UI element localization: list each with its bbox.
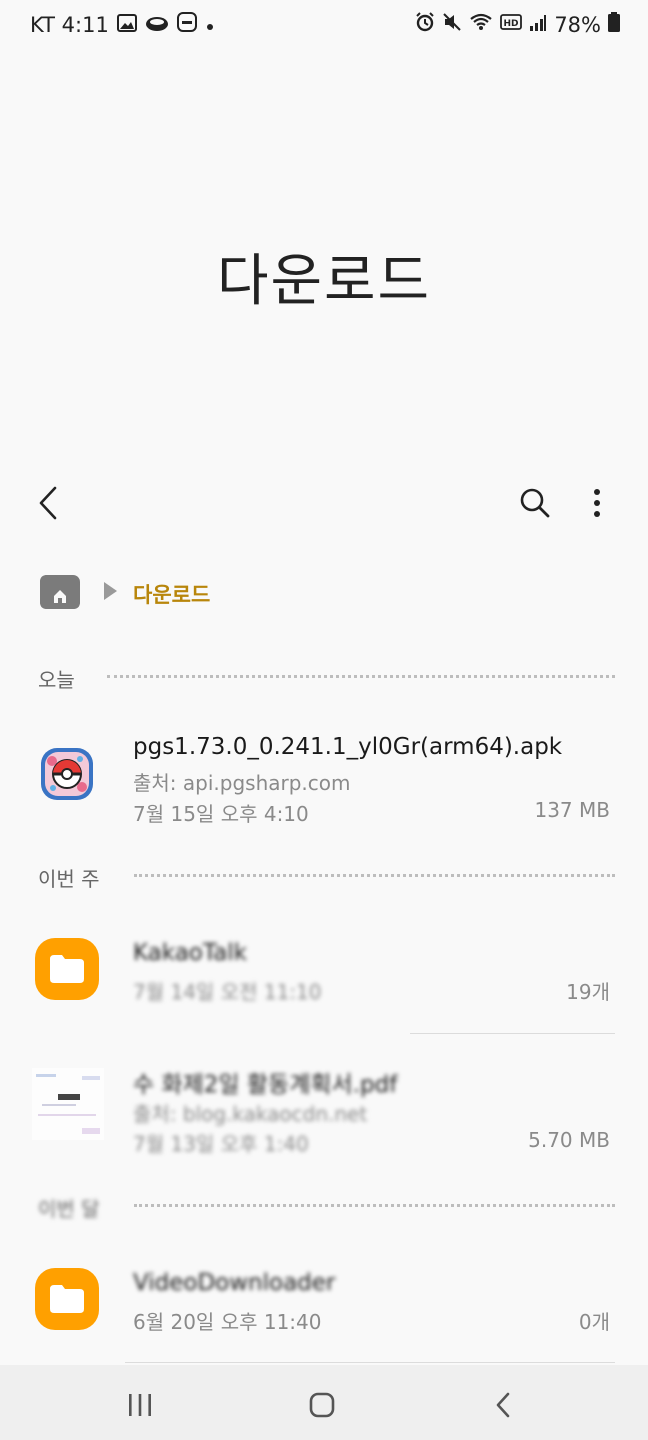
breadcrumb-current[interactable]: 다운로드 [133, 579, 210, 609]
signal-icon [529, 13, 547, 37]
pokeball-app-icon [40, 747, 94, 801]
hd-voice-icon: HD [500, 13, 523, 37]
file-source: 출처: api.pgsharp.com [133, 771, 351, 795]
battery-icon [608, 12, 620, 37]
more-options-icon [594, 489, 600, 517]
file-count: 19개 [566, 980, 610, 1004]
status-left: KT 4:11 [30, 12, 215, 37]
recent-apps-icon [129, 1394, 151, 1416]
dot-icon [205, 13, 215, 37]
section-header-this-month: 이번 달 [38, 1197, 100, 1221]
list-item[interactable]: VideoDownloader 6월 20일 오후 11:40 0개 [0, 1250, 648, 1360]
file-date: 7월 13일 오후 1:40 [133, 1132, 309, 1156]
list-divider [125, 1362, 615, 1363]
svg-text:HD: HD [504, 19, 519, 29]
list-item[interactable]: KakaoTalk 7월 14일 오전 11:10 19개 [0, 920, 648, 1030]
list-item[interactable]: pgs1.73.0_0.241.1_yl0Gr(arm64).apk 출처: a… [0, 725, 648, 835]
wifi-icon [469, 12, 493, 37]
page-title: 다운로드 [216, 249, 432, 314]
navigation-bar [0, 1365, 648, 1440]
file-date: 7월 15일 오후 4:10 [133, 802, 309, 826]
section-divider [134, 874, 615, 877]
breadcrumb-separator-icon [104, 582, 117, 600]
list-item[interactable]: 수 화제2일 활동계획서.pdf 출처: blog.kakaocdn.net 7… [0, 1050, 648, 1165]
file-size: 5.70 MB [528, 1128, 610, 1152]
pdf-thumbnail [32, 1068, 104, 1140]
home-folder-icon[interactable] [40, 575, 80, 609]
more-options-button[interactable] [569, 475, 625, 531]
cloud-icon [145, 13, 169, 37]
home-icon [309, 1392, 335, 1418]
file-name: VideoDownloader [133, 1270, 336, 1296]
status-right: HD 78% [415, 12, 620, 37]
file-size: 137 MB [534, 798, 610, 822]
mute-icon [442, 12, 462, 37]
file-name: pgs1.73.0_0.241.1_yl0Gr(arm64).apk [133, 734, 563, 760]
back-button[interactable] [20, 475, 76, 531]
file-count: 0개 [578, 1310, 610, 1334]
battery-percent: 78% [554, 12, 601, 37]
alarm-icon [415, 12, 435, 37]
section-divider [134, 1204, 615, 1207]
carrier-time: KT 4:11 [30, 12, 109, 37]
back-icon [39, 486, 57, 520]
folder-icon [35, 938, 99, 1000]
minus-circle-icon [176, 12, 197, 37]
home-button[interactable] [297, 1380, 347, 1430]
section-header-today: 오늘 [38, 668, 75, 692]
file-source: 출처: blog.kakaocdn.net [133, 1102, 368, 1126]
section-divider [107, 675, 615, 678]
nav-back-button[interactable] [478, 1380, 528, 1430]
recent-apps-button[interactable] [115, 1380, 165, 1430]
section-header-this-week: 이번 주 [38, 867, 100, 891]
list-divider [410, 1033, 615, 1034]
file-date: 6월 20일 오후 11:40 [133, 1310, 322, 1334]
status-bar: KT 4:11 HD 78% [0, 0, 648, 50]
file-name: 수 화제2일 활동계획서.pdf [133, 1072, 398, 1098]
file-date: 7월 14일 오전 11:10 [133, 980, 322, 1004]
back-icon [496, 1392, 510, 1418]
file-name: KakaoTalk [133, 940, 247, 966]
gallery-icon [116, 13, 137, 37]
search-button[interactable] [507, 475, 563, 531]
search-icon [520, 488, 550, 518]
folder-icon [35, 1268, 99, 1330]
